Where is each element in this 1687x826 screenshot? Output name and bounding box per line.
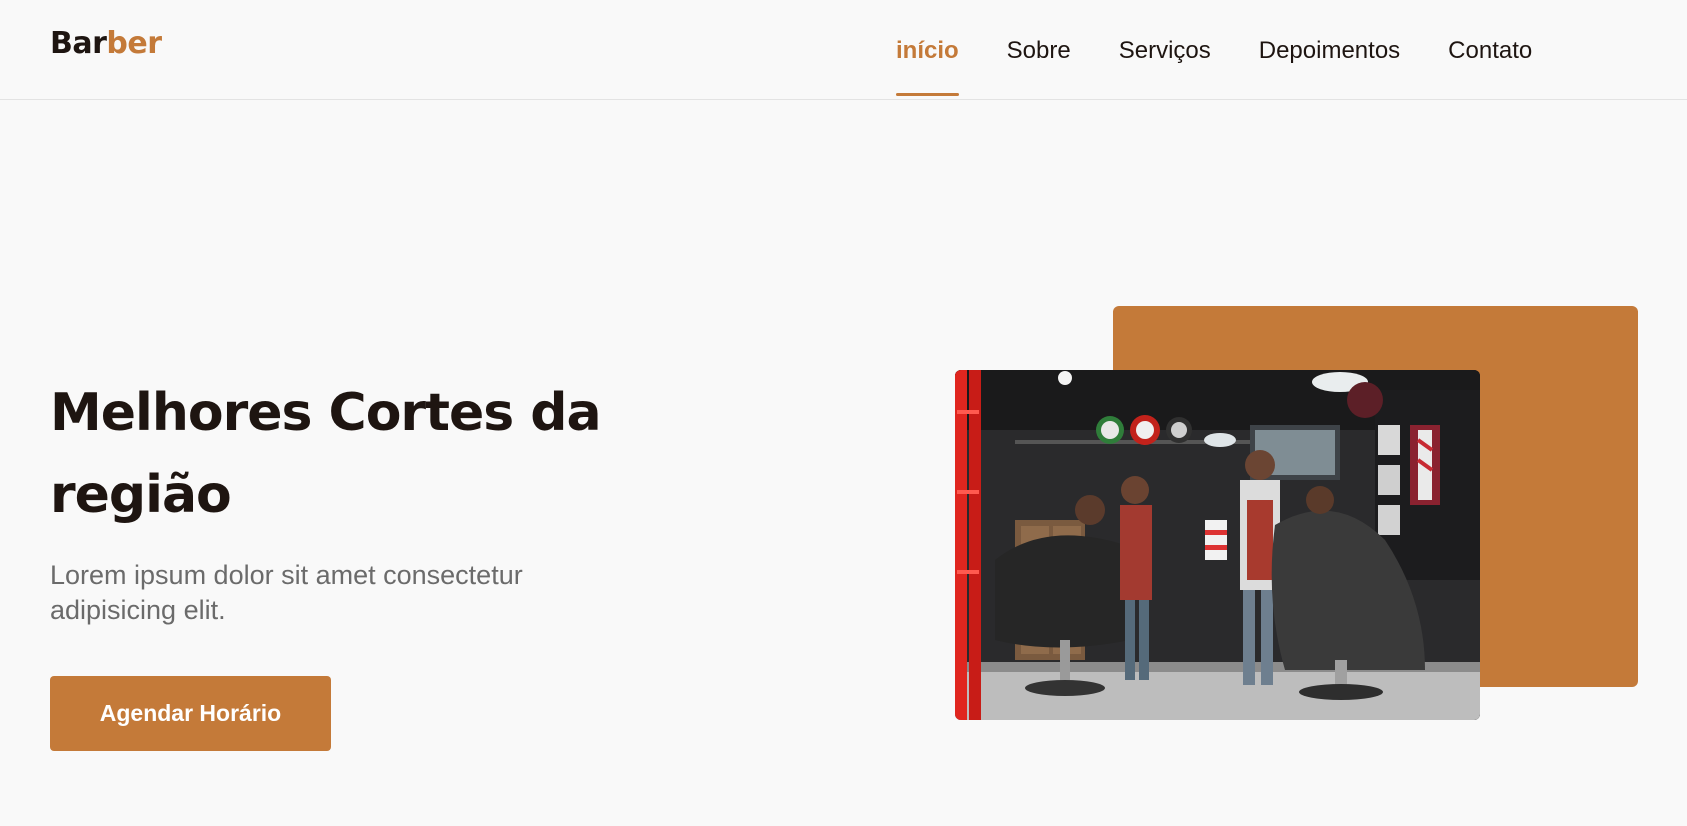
barbershop-photo [955, 370, 1480, 720]
hero-description-line2: adipisicing elit. [50, 595, 226, 625]
logo-text-dark: Bar [50, 26, 107, 61]
hero-title: Melhores Cortes da região [50, 372, 670, 536]
hero-title-line1: Melhores Cortes da [50, 383, 602, 443]
nav-link-servicos[interactable]: Serviços [1119, 0, 1211, 100]
nav-link-contato[interactable]: Contato [1448, 0, 1532, 100]
site-header: Barber início Sobre Serviços Depoimentos… [0, 0, 1687, 100]
logo[interactable]: Barber [50, 26, 162, 61]
schedule-button[interactable]: Agendar Horário [50, 676, 331, 751]
barbershop-photo-illustration [955, 370, 1480, 720]
hero-title-line2: região [50, 465, 232, 525]
nav-link-inicio[interactable]: início [896, 0, 959, 100]
logo-text-accent: ber [106, 26, 162, 61]
main-nav: início Sobre Serviços Depoimentos Contat… [896, 0, 1532, 100]
hero-description-line1: Lorem ipsum dolor sit amet consectetur [50, 560, 523, 590]
hero-description: Lorem ipsum dolor sit amet consectetur ad… [50, 558, 610, 628]
nav-link-sobre[interactable]: Sobre [1007, 0, 1071, 100]
nav-link-depoimentos[interactable]: Depoimentos [1259, 0, 1400, 100]
